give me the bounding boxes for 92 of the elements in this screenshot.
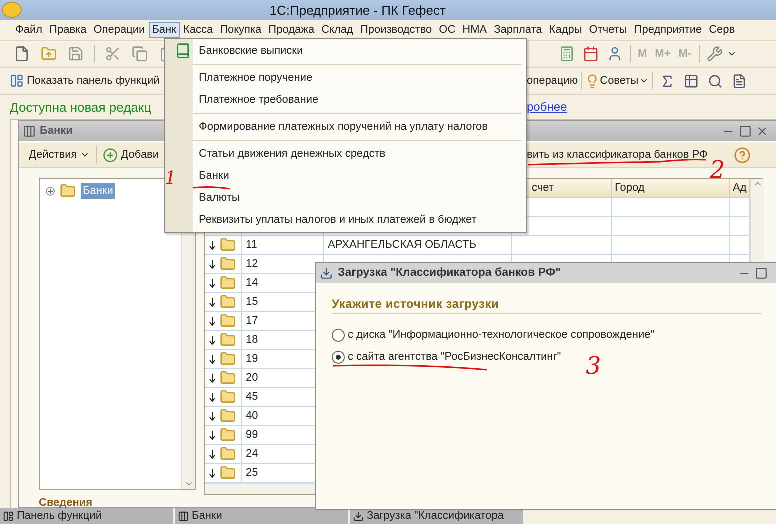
add-icon[interactable] [103, 148, 118, 162]
arrow-down-icon[interactable] [209, 430, 216, 440]
folder-icon [220, 427, 236, 443]
radio-label[interactable]: с сайта агентства "РосБизнесКонсалтинг" [348, 351, 562, 363]
expand-icon[interactable] [46, 186, 55, 196]
section-heading: Укажите источник загрузки [332, 297, 762, 314]
menu-item[interactable]: Покупка [216, 22, 266, 38]
column-header[interactable]: Город [615, 182, 645, 194]
arrow-down-icon[interactable] [209, 412, 216, 420]
menu-item[interactable]: Правка [46, 22, 90, 38]
maximize-icon[interactable] [755, 266, 768, 280]
window-title: 1С:Предприятие - ПК Гефест [270, 2, 446, 18]
panel-icon[interactable] [10, 74, 24, 88]
menu-item[interactable]: Платежное поручение [180, 67, 526, 89]
book-icon [175, 43, 191, 59]
table-icon [178, 510, 189, 522]
folder-icon [220, 408, 236, 424]
load-classifier-button[interactable]: вить из классификатора банков РФ [527, 149, 708, 161]
menu-item[interactable]: Серв [706, 22, 739, 38]
menu-item[interactable]: Отчеты [586, 22, 631, 38]
underline-mark [192, 186, 230, 190]
folder-icon [220, 294, 236, 310]
arrow-down-icon[interactable] [209, 354, 216, 364]
download-icon [320, 266, 333, 280]
menu-item[interactable]: Банковские выписки [180, 40, 526, 62]
window-title: Банки [40, 125, 73, 137]
menu-item[interactable]: Реквизиты уплаты налогов и иных платежей в бюджет [180, 209, 526, 231]
download-icon [353, 510, 364, 522]
menu-item[interactable]: Производство [356, 22, 436, 38]
radio-label[interactable]: с диска "Информационно-технологическое сопровождение" [348, 329, 655, 341]
actions-button[interactable]: Действия [29, 149, 78, 161]
handwritten-number: 2 [710, 158, 726, 182]
radio-button[interactable] [332, 350, 345, 364]
menu-item[interactable]: ОС [436, 22, 460, 38]
details-link[interactable]: робнее [527, 100, 568, 114]
section-label: Сведения [38, 497, 94, 509]
show-panel-button[interactable]: Показать панель функций [27, 75, 160, 87]
close-icon[interactable] [756, 124, 769, 138]
menu-item[interactable]: Зарплата [490, 22, 546, 38]
handwritten-number: 3 [586, 354, 602, 378]
folder-icon [220, 465, 236, 481]
folder-icon [60, 183, 76, 199]
menu-item[interactable]: Касса [180, 22, 217, 38]
tips-button[interactable]: Советы [600, 75, 639, 87]
taskbar-button[interactable]: Панель функций [0, 508, 175, 524]
menu-item[interactable]: Продажа [265, 22, 318, 38]
table-cell: АРХАНГЕЛЬСКАЯ ОБЛАСТЬ [324, 236, 512, 255]
folder-icon [220, 332, 236, 348]
arrow-down-icon[interactable] [209, 336, 216, 344]
arrow-down-icon[interactable] [209, 298, 216, 306]
table-icon [23, 124, 36, 138]
menu-item[interactable]: Файл [12, 22, 46, 38]
taskbar-button[interactable]: Банки [175, 508, 350, 524]
update-notice: Доступна новая редакц [10, 100, 152, 114]
menu-item[interactable]: Валюты [180, 187, 526, 209]
menu-item[interactable]: Предприятие [630, 22, 706, 38]
folder-icon [220, 370, 236, 386]
menu-item[interactable]: Операции [90, 22, 149, 38]
menu-item[interactable]: Формирование платежных поручений на уплату налогов [180, 116, 526, 138]
table-cell: 11 [242, 236, 324, 255]
arrow-down-icon[interactable] [209, 278, 216, 288]
folder-icon [220, 389, 236, 405]
help-icon[interactable] [734, 146, 751, 164]
add-button[interactable]: Добави [121, 149, 160, 161]
menu-item[interactable]: Статьи движения денежных средств [180, 143, 526, 165]
folder-icon [220, 237, 236, 253]
arrow-down-icon[interactable] [209, 392, 216, 402]
menu-item[interactable]: Банки [180, 165, 526, 187]
folder-icon [220, 351, 236, 367]
arrow-down-icon[interactable] [209, 468, 216, 478]
menu-item[interactable]: Платежное требование [180, 89, 526, 111]
app-logo-icon [2, 2, 22, 18]
column-header[interactable]: счет [532, 182, 554, 194]
arrow-down-icon[interactable] [209, 260, 216, 268]
arrow-down-icon[interactable] [209, 450, 216, 458]
menu-item[interactable]: Кадры [546, 22, 586, 38]
maximize-icon[interactable] [739, 124, 752, 138]
handwritten-number: 1 [165, 170, 176, 188]
menu-item[interactable]: НМА [459, 22, 491, 38]
menu-item[interactable]: Банк [148, 22, 180, 38]
folder-icon [220, 313, 236, 329]
radio-button[interactable] [332, 328, 345, 342]
operation-button[interactable]: операцию [527, 75, 578, 87]
folder-icon [220, 446, 236, 462]
dialog-title: Загрузка "Классификатора банков РФ" [338, 267, 562, 279]
menu-item[interactable]: Склад [318, 22, 357, 38]
panel-icon [3, 510, 14, 522]
folder-icon [220, 256, 236, 272]
arrow-down-icon[interactable] [209, 240, 216, 250]
folder-icon [220, 275, 236, 291]
arrow-down-icon[interactable] [209, 316, 216, 326]
arrow-down-icon[interactable] [209, 374, 216, 382]
